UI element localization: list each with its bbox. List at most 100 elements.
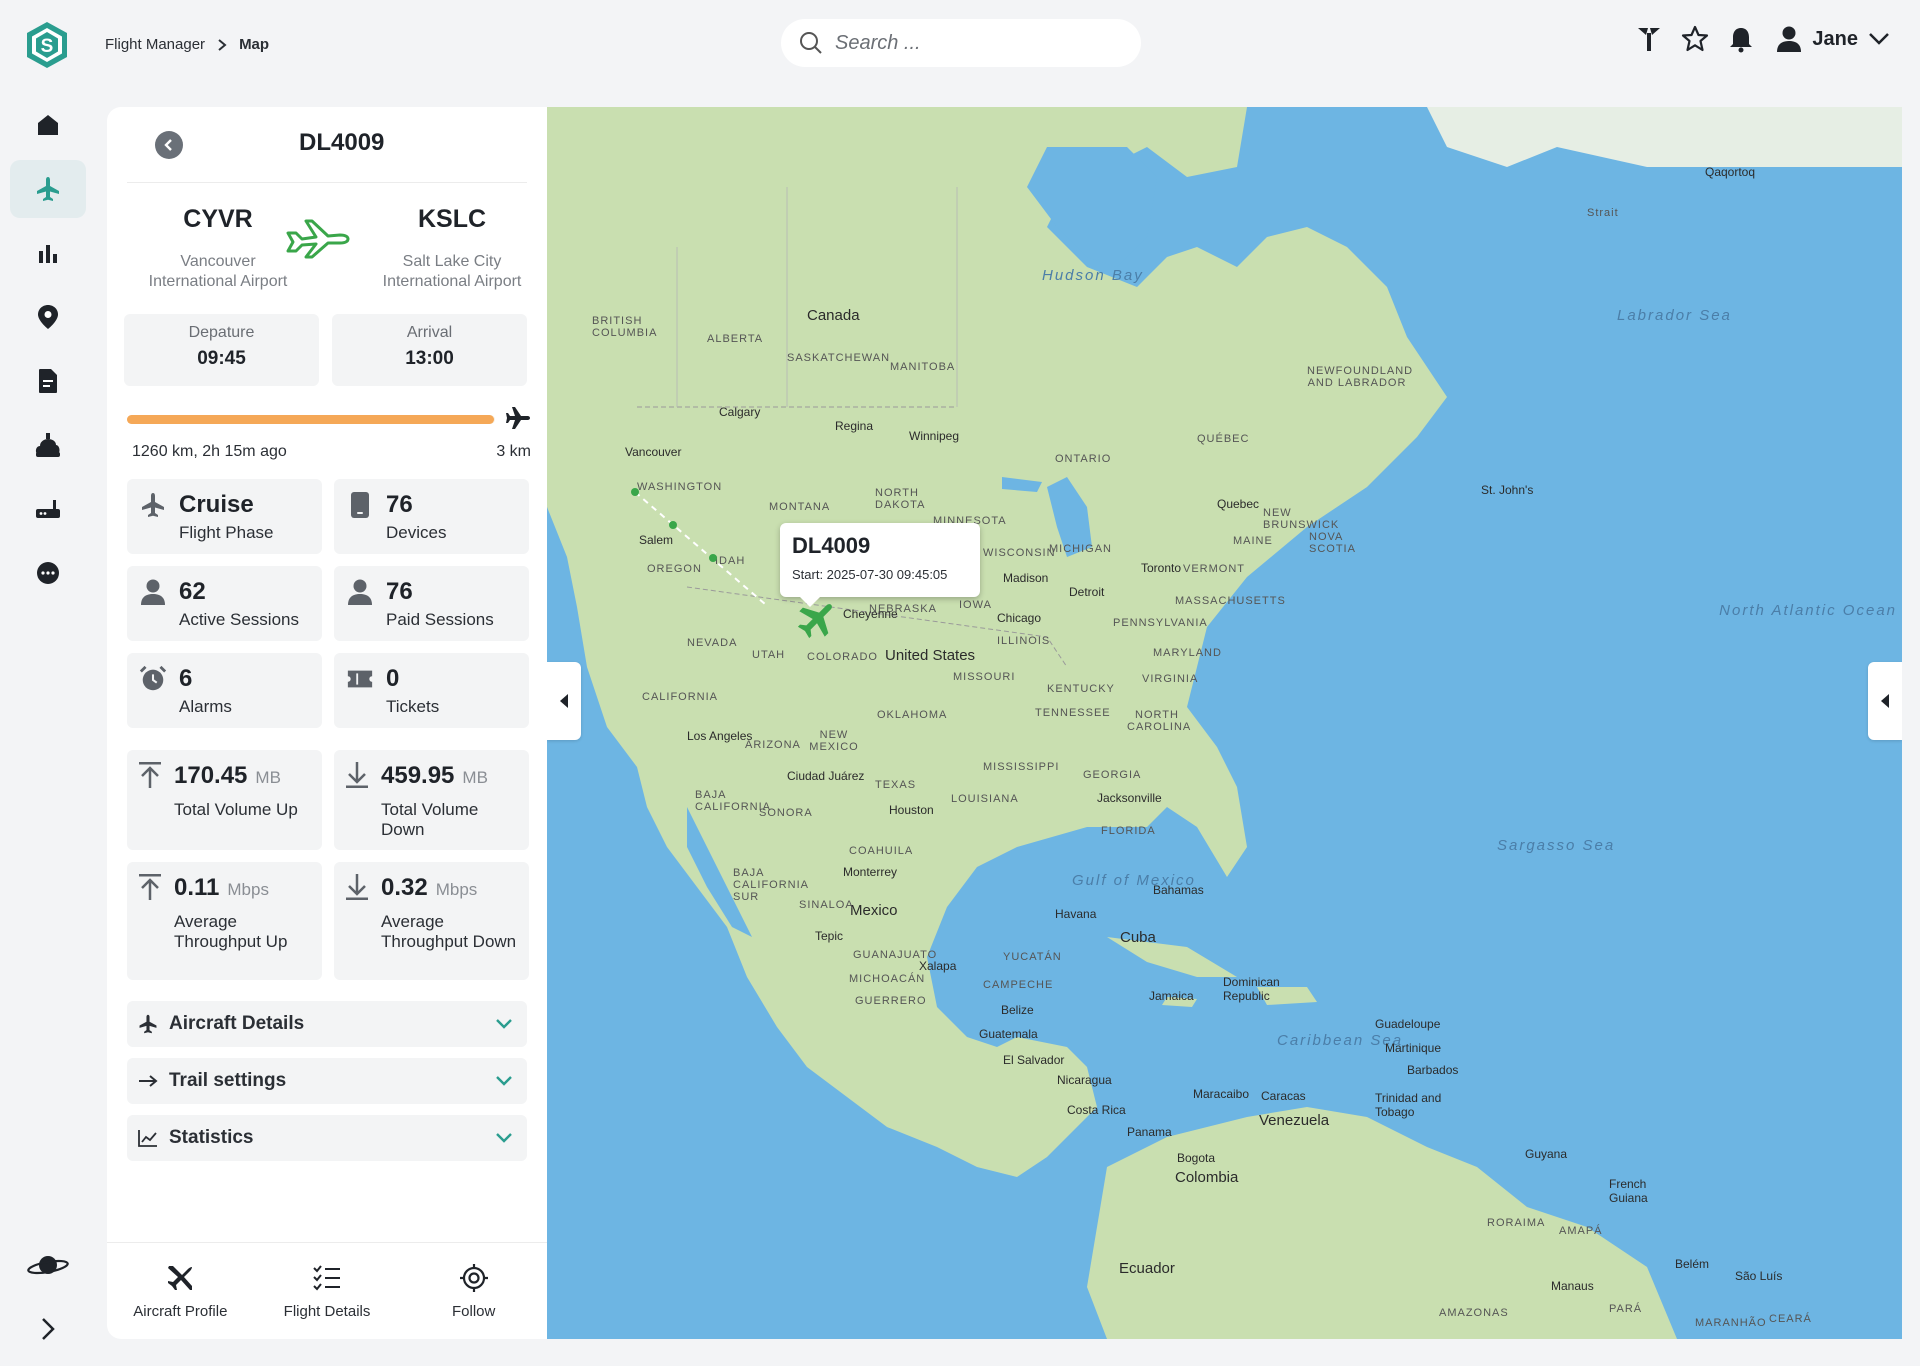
flight-popup[interactable]: DL4009 Start: 2025-07-30 09:45:05: [780, 523, 980, 607]
accordion-aircraft-details[interactable]: Aircraft Details: [127, 1001, 527, 1047]
stat-label: Devices: [386, 523, 447, 542]
flight-map[interactable]: Hudson Bay Gulf of Mexico Caribbean Sea …: [547, 107, 1902, 1339]
stat-label: Active Sessions: [179, 610, 299, 629]
nav-planet[interactable]: [10, 1236, 86, 1294]
nav-flights[interactable]: [10, 160, 86, 218]
upload-arrow-icon: [139, 762, 161, 788]
nav-more[interactable]: [10, 544, 86, 602]
departure-airport-name: International Airport: [148, 273, 288, 290]
collapse-left-button[interactable]: [547, 662, 581, 740]
nav-home[interactable]: [10, 96, 86, 154]
aircraft-profile-button[interactable]: Aircraft Profile: [107, 1243, 254, 1339]
user-menu[interactable]: Jane: [1776, 25, 1890, 53]
footer-label: Follow: [452, 1303, 496, 1320]
arrival-city: Salt Lake City: [402, 253, 502, 270]
download-arrow-icon: [346, 762, 368, 788]
chevron-right-icon: [218, 38, 227, 51]
arrival-code: KSLC: [417, 205, 487, 233]
plane-icon: [37, 177, 59, 201]
popup-start: Start: 2025-07-30 09:45:05: [792, 567, 948, 582]
caret-left-icon: [560, 694, 568, 708]
chart-line-icon: [138, 1130, 157, 1147]
bell-icon[interactable]: [1726, 24, 1756, 54]
stat-devices: 76 Devices: [334, 479, 529, 554]
stat-volume-up: 170.45 MB Total Volume Up: [127, 750, 322, 850]
stat-value: 76: [386, 491, 413, 518]
trail-point: [669, 521, 677, 529]
nav-expand[interactable]: [10, 1300, 86, 1358]
stat-label: Paid Sessions: [386, 610, 494, 629]
checklist-icon: [313, 1265, 340, 1291]
route-plane-icon: [286, 219, 350, 259]
collapse-right-button[interactable]: [1868, 662, 1902, 740]
search-icon: [800, 32, 822, 54]
search-bar[interactable]: [781, 19, 1141, 67]
progress-track: [127, 415, 495, 424]
home-icon: [38, 115, 58, 135]
chevron-down-icon: [496, 1133, 512, 1143]
progress-fill: [127, 415, 495, 424]
back-button[interactable]: [155, 131, 183, 159]
breadcrumb-current: Map: [239, 36, 270, 53]
footer-label: Flight Details: [283, 1303, 371, 1320]
stat-unit: Mbps: [227, 880, 269, 899]
arrival-airport: KSLC Salt Lake City International Airpor…: [357, 205, 547, 292]
arrival-time-box: Arrival 13:00: [332, 314, 527, 386]
breadcrumb-root[interactable]: Flight Manager: [105, 36, 205, 53]
router-icon: [36, 500, 60, 518]
stat-value: 0.11: [174, 874, 220, 901]
accordion-trail-settings[interactable]: Trail settings: [127, 1058, 527, 1104]
stat-value: 76: [386, 578, 413, 605]
stat-label: Average Throughput Up: [174, 912, 288, 951]
plane-icon: [139, 1014, 157, 1034]
search-input[interactable]: [835, 31, 1105, 55]
stat-paid-sessions: 76 Paid Sessions: [334, 566, 529, 641]
chevron-down-icon: [496, 1076, 512, 1086]
nav-map[interactable]: [10, 288, 86, 346]
flight-title: DL4009: [299, 129, 385, 156]
nav-devices[interactable]: [10, 480, 86, 538]
ticket-icon: [347, 670, 373, 688]
flight-trail: [631, 488, 717, 562]
flight-detail-panel: DL4009 CYVR Vancouver International Airp…: [107, 107, 547, 1339]
stat-value: 0.32: [381, 874, 428, 901]
sidebar-bottom: [10, 1236, 86, 1364]
stat-value: 459.95: [381, 762, 455, 789]
arrival-airport-name: International Airport: [382, 273, 522, 290]
mobile-device-icon: [351, 492, 369, 518]
panel-footer: Aircraft Profile Flight Details Follow: [107, 1242, 547, 1339]
chevron-down-icon: [1869, 33, 1889, 45]
app-logo[interactable]: S: [24, 20, 70, 70]
nav-weather[interactable]: [10, 416, 86, 474]
nav-reports[interactable]: [10, 352, 86, 410]
distance-remaining: 3 km: [496, 443, 531, 460]
traffic-grid: 170.45 MB Total Volume Up 459.95 MB Total …: [127, 750, 531, 980]
trail-point: [631, 488, 639, 496]
stat-throughput-down: 0.32 Mbps Average Throughput Down: [334, 862, 529, 980]
follow-button[interactable]: Follow: [400, 1243, 547, 1339]
stat-unit: MB: [462, 768, 488, 787]
trail-point: [709, 554, 717, 562]
user-icon: [141, 579, 165, 605]
caret-left-icon: [1881, 694, 1889, 708]
distance-flown: 1260 km, 2h 15m ago: [132, 443, 287, 460]
aircraft-marker-icon[interactable]: [795, 597, 839, 641]
svg-text:S: S: [41, 36, 54, 57]
departure-time-value: 09:45: [197, 348, 246, 369]
flight-details-button[interactable]: Flight Details: [254, 1243, 401, 1339]
plane-icon: [168, 1266, 193, 1290]
arrival-time-value: 13:00: [405, 348, 454, 369]
bar-chart-icon: [39, 245, 57, 263]
nav-analytics[interactable]: [10, 224, 86, 282]
stat-alarms: 6 Alarms: [127, 653, 322, 728]
top-actions: Jane: [1634, 24, 1890, 54]
antenna-icon[interactable]: [1634, 24, 1664, 54]
stat-label: Total Volume Down: [381, 800, 479, 839]
star-icon[interactable]: [1680, 24, 1710, 54]
user-icon: [348, 579, 372, 605]
stats-grid: Cruise Flight Phase 76 Devices 62 Active…: [127, 479, 531, 728]
chevron-left-icon: [164, 139, 172, 151]
accordion-statistics[interactable]: Statistics: [127, 1115, 527, 1161]
departure-time-box: Depature 09:45: [124, 314, 319, 386]
download-arrow-icon: [346, 874, 368, 900]
